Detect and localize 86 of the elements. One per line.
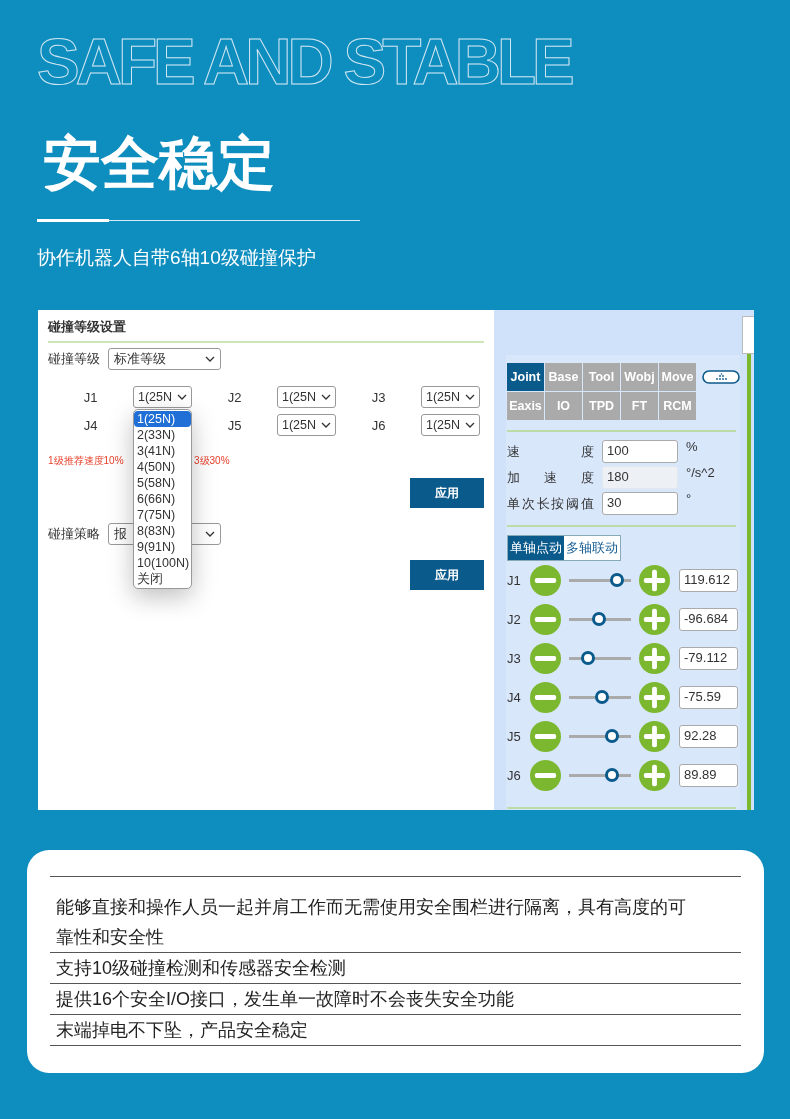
joint-label: J6 <box>371 417 386 433</box>
slider-thumb[interactable] <box>591 612 606 626</box>
minus-button[interactable] <box>530 721 561 752</box>
joint-select[interactable]: 1(25N <box>421 414 480 436</box>
angle-field[interactable]: 92.28 <box>679 725 738 748</box>
unit-label: °/s^2 <box>686 465 716 480</box>
slider-thumb[interactable] <box>594 690 609 704</box>
minus-button[interactable] <box>530 604 561 635</box>
field-label: 速度 <box>507 442 594 461</box>
input-field[interactable]: 30 <box>602 492 678 515</box>
panel-heading: 碰撞等级设置 <box>48 319 126 336</box>
outline-heading: SAFE AND STABLE <box>37 25 571 100</box>
minus-button[interactable] <box>530 565 561 596</box>
joint-select[interactable]: 1(25N <box>133 386 192 408</box>
minus-button[interactable] <box>530 643 561 674</box>
page-title: 安全稳定 <box>43 130 275 196</box>
plus-button[interactable] <box>639 682 670 713</box>
dots-pill-icon[interactable] <box>702 370 740 384</box>
axis-label: J5 <box>507 729 522 744</box>
joint-select[interactable]: 1(25N <box>277 386 336 408</box>
level-select[interactable]: 标准等级 <box>108 348 221 370</box>
plus-button[interactable] <box>639 604 670 635</box>
plus-button[interactable] <box>639 760 670 791</box>
dropdown-option[interactable]: 10(100N) <box>134 555 191 571</box>
axis-label: J3 <box>507 651 522 666</box>
apply-button[interactable]: 应用 <box>410 478 484 508</box>
slider-thumb[interactable] <box>609 573 624 587</box>
dropdown-option[interactable]: 1(25N) <box>134 411 191 427</box>
axis-label: J6 <box>507 768 522 783</box>
joint-select[interactable]: 1(25N <box>421 386 480 408</box>
dropdown-option[interactable]: 3(41N) <box>134 443 191 459</box>
field-label: 碰撞等级 <box>48 350 100 368</box>
unit-label: ° <box>686 491 693 506</box>
joint-label: J1 <box>83 389 98 405</box>
slider-thumb[interactable] <box>604 768 619 782</box>
caret-icon <box>321 422 331 428</box>
feature-text: 提供16个安全I/O接口，发生单一故障时不会丧失安全功能 <box>50 983 741 1014</box>
plus-button[interactable] <box>639 721 670 752</box>
feature-text: 能够直接和操作人员一起并肩工作而无需使用安全围栏进行隔离，具有高度的可靠性和安全性 <box>50 876 741 952</box>
dropdown-option[interactable]: 7(75N) <box>134 507 191 523</box>
hint-text: 1级推荐速度10% <box>48 454 124 468</box>
slider-thumb[interactable] <box>605 729 620 743</box>
angle-field[interactable]: -75.59 <box>679 686 738 709</box>
dropdown-option[interactable]: 5(58N) <box>134 475 191 491</box>
dropdown-option[interactable]: 2(33N) <box>134 427 191 443</box>
angle-field[interactable]: 119.612 <box>679 569 738 592</box>
joint-label: J3 <box>371 389 386 405</box>
apply-button[interactable]: 应用 <box>410 560 484 590</box>
angle-field[interactable]: -79.112 <box>679 647 738 670</box>
joint-label: J5 <box>227 417 242 433</box>
plus-button[interactable] <box>639 643 670 674</box>
caret-icon <box>205 531 215 537</box>
plus-button[interactable] <box>639 565 670 596</box>
caret-icon <box>321 394 331 400</box>
field-label: 碰撞策略 <box>48 525 100 543</box>
axis-label: J2 <box>507 612 522 627</box>
input-field[interactable]: 100 <box>602 440 678 463</box>
angle-field[interactable]: -96.684 <box>679 608 738 631</box>
feature-text: 支持10级碰撞检测和传感器安全检测 <box>50 952 741 983</box>
jog-mode-tab[interactable]: 单轴点动 <box>508 536 564 560</box>
dropdown-option[interactable]: 8(83N) <box>134 523 191 539</box>
side-tab[interactable] <box>742 316 754 354</box>
minus-button[interactable] <box>530 760 561 791</box>
dropdown-option[interactable]: 关闭 <box>134 571 191 587</box>
caret-icon <box>465 394 475 400</box>
caret-icon <box>177 394 187 400</box>
dropdown-option[interactable]: 4(50N) <box>134 459 191 475</box>
caret-icon <box>465 422 475 428</box>
jog-mode-tab[interactable]: 多轴联动 <box>564 536 620 560</box>
joint-label: J2 <box>227 389 242 405</box>
field-label: 加速度 <box>507 468 594 487</box>
feature-text: 末端掉电不下坠，产品安全稳定 <box>50 1014 741 1046</box>
field-label: 单次长按阈值 <box>507 494 594 513</box>
dropdown-option[interactable]: 6(66N) <box>134 491 191 507</box>
joint-label: J4 <box>83 417 98 433</box>
axis-label: J4 <box>507 690 522 705</box>
hint-text: 3级30% <box>194 454 231 468</box>
minus-button[interactable] <box>530 682 561 713</box>
subtitle: 协作机器人自带6轴10级碰撞保护 <box>37 246 316 270</box>
slider-thumb[interactable] <box>580 651 595 665</box>
caret-icon <box>205 356 215 362</box>
mode-tab[interactable]: Joint <box>507 363 544 391</box>
axis-label: J1 <box>507 573 522 588</box>
joint-select[interactable]: 1(25N <box>277 414 336 436</box>
unit-label: % <box>686 439 699 454</box>
angle-field[interactable]: 89.89 <box>679 764 738 787</box>
